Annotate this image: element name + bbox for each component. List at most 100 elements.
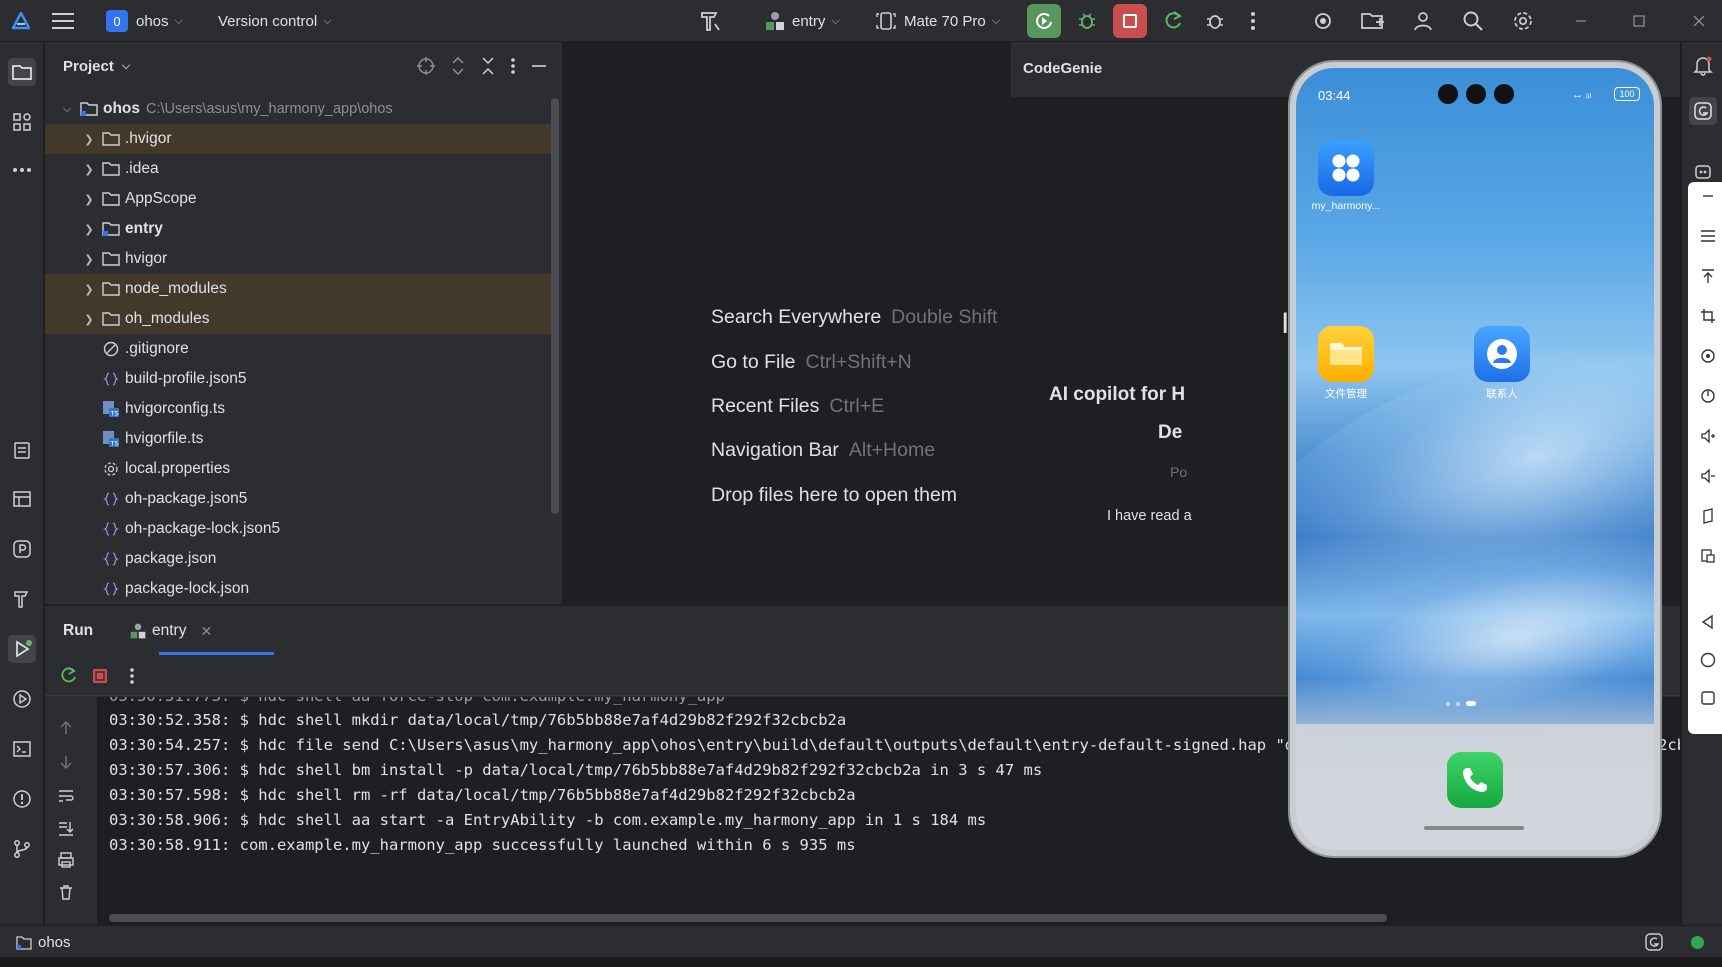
codegenie-status-icon[interactable] (1644, 932, 1664, 956)
window-maximize-icon[interactable] (1632, 0, 1646, 42)
tree-item[interactable]: local.properties (45, 454, 555, 484)
collapsed-arrow-icon[interactable]: ❯ (81, 133, 97, 146)
scroll-down-icon[interactable] (57, 753, 75, 775)
scroll-up-icon[interactable] (57, 719, 75, 741)
print-icon[interactable] (57, 851, 75, 873)
device-selector[interactable]: Mate 70 Pro ⌵ (876, 0, 1000, 42)
git-branch-icon[interactable] (8, 835, 36, 863)
locate-file-icon[interactable] (416, 56, 436, 80)
expanded-arrow-icon[interactable]: ⌵ (59, 103, 75, 116)
collapsed-arrow-icon[interactable]: ❯ (81, 313, 97, 326)
more-actions-icon[interactable] (1250, 0, 1256, 42)
options-icon[interactable] (510, 56, 516, 80)
tree-item[interactable]: package-lock.json (45, 574, 555, 604)
codegenie-tool-icon[interactable] (1689, 97, 1717, 125)
emulator-menu-icon[interactable] (1700, 228, 1716, 244)
previewer-icon[interactable] (8, 535, 36, 563)
tree-item[interactable]: oh-package-lock.json5 (45, 514, 555, 544)
todo-icon[interactable] (8, 436, 36, 464)
run-tool-icon[interactable] (8, 635, 36, 663)
terminal-icon[interactable] (8, 735, 36, 763)
collapsed-arrow-icon[interactable]: ❯ (81, 223, 97, 236)
notifications-bell-icon[interactable] (1692, 54, 1714, 80)
emulator-crop-icon[interactable] (1700, 308, 1716, 324)
collapsed-arrow-icon[interactable]: ❯ (81, 283, 97, 296)
more-options-icon[interactable] (129, 666, 135, 690)
problems-icon[interactable] (8, 785, 36, 813)
tree-item[interactable]: ❯ AppScope (45, 184, 555, 214)
phone-screen[interactable]: 03:44 ↔ ᵢᵢₗ 100 my_harmony... 文件管理 联系人 (1296, 68, 1654, 850)
home-indicator-bar[interactable] (1424, 826, 1524, 830)
build-hammer-icon[interactable] (698, 0, 724, 42)
tab-entry[interactable]: entry ✕ (129, 622, 212, 640)
expand-all-icon[interactable] (450, 56, 466, 80)
emulator-home-icon[interactable] (1700, 652, 1716, 668)
tree-item[interactable]: ❯ hvigor (45, 244, 555, 274)
device-manager-icon[interactable] (1312, 0, 1334, 42)
codegenie-agreement-text[interactable]: I have read a (1107, 508, 1192, 524)
project-tool-folder-icon[interactable] (8, 58, 36, 86)
rerun-icon[interactable] (59, 666, 79, 690)
project-switcher[interactable]: 0 ohos ⌵ (106, 0, 183, 42)
tree-item[interactable]: ❯ entry (45, 214, 555, 244)
collapsed-arrow-icon[interactable]: ❯ (81, 193, 97, 206)
emulator-rotate-icon[interactable] (1700, 348, 1716, 364)
close-tab-icon[interactable]: ✕ (200, 623, 212, 640)
emulator-recents-icon[interactable] (1700, 690, 1716, 706)
window-close-icon[interactable] (1692, 0, 1706, 42)
apply-changes-icon[interactable] (1162, 0, 1184, 42)
stop-icon[interactable] (91, 667, 109, 689)
tree-item[interactable]: ❯ oh_modules (45, 304, 555, 334)
status-project[interactable]: ohos (16, 934, 71, 951)
settings-gear-icon[interactable] (1512, 0, 1534, 42)
tree-item[interactable]: ❯ node_modules (45, 274, 555, 304)
emulator-power-icon[interactable] (1700, 388, 1716, 404)
tree-item[interactable]: package.json (45, 544, 555, 574)
tree-item[interactable]: ❯ .hvigor (45, 124, 555, 154)
project-panel-title[interactable]: Project (63, 58, 114, 75)
services-icon[interactable] (8, 685, 36, 713)
profiler-icon[interactable] (1204, 0, 1226, 42)
collapsed-arrow-icon[interactable]: ❯ (81, 253, 97, 266)
emulator-screenshot-icon[interactable] (1700, 548, 1716, 564)
chevron-down-icon[interactable]: ⌵ (122, 60, 130, 73)
emulator-volume-down-icon[interactable] (1700, 468, 1716, 484)
tree-item[interactable]: TS hvigorfile.ts (45, 424, 555, 454)
rerun-button[interactable] (1027, 0, 1061, 42)
phone-icon[interactable] (1447, 752, 1503, 808)
project-folder-icon[interactable] (1360, 0, 1386, 42)
emulator-pin-top-icon[interactable] (1700, 268, 1716, 284)
search-icon[interactable] (1462, 0, 1484, 42)
tree-item[interactable]: ❯ .idea (45, 154, 555, 184)
build-tool-icon[interactable] (8, 585, 36, 613)
emulator-fold-icon[interactable] (1700, 508, 1716, 524)
more-tools-icon[interactable] (8, 156, 36, 184)
scroll-to-end-icon[interactable] (57, 819, 75, 841)
tree-item[interactable]: TS hvigorconfig.ts (45, 394, 555, 424)
app-grid-icon[interactable] (1318, 140, 1374, 196)
emulator-back-icon[interactable] (1700, 614, 1716, 630)
stop-button[interactable] (1113, 0, 1147, 42)
phone-emulator[interactable]: 03:44 ↔ ᵢᵢₗ 100 my_harmony... 文件管理 联系人 (1290, 62, 1660, 856)
soft-wrap-icon[interactable] (57, 787, 75, 809)
file-manager-icon[interactable] (1318, 326, 1374, 382)
console-horizontal-scrollbar[interactable] (109, 914, 1387, 922)
tree-item[interactable]: build-profile.json5 (45, 364, 555, 394)
app-logo-icon[interactable] (10, 0, 32, 42)
account-icon[interactable] (1412, 0, 1434, 42)
table-layout-icon[interactable] (8, 485, 36, 513)
tree-root-row[interactable]: ⌵ ohos C:\Users\asus\my_harmony_app\ohos (45, 94, 555, 124)
debug-icon[interactable] (1076, 0, 1098, 42)
project-scrollbar[interactable] (551, 98, 559, 514)
hide-panel-icon[interactable] (530, 56, 548, 80)
clear-trash-icon[interactable] (57, 883, 75, 905)
run-config-selector[interactable]: entry ⌵ (764, 0, 840, 42)
main-menu-icon[interactable] (52, 0, 74, 42)
structure-icon[interactable] (8, 108, 36, 136)
collapse-all-icon[interactable] (480, 56, 496, 80)
tree-item[interactable]: .gitignore (45, 334, 555, 364)
contacts-icon[interactable] (1474, 326, 1530, 382)
version-control-menu[interactable]: Version control ⌵ (218, 0, 332, 42)
window-minimize-icon[interactable] (1574, 0, 1588, 42)
emulator-volume-up-icon[interactable] (1700, 428, 1716, 444)
